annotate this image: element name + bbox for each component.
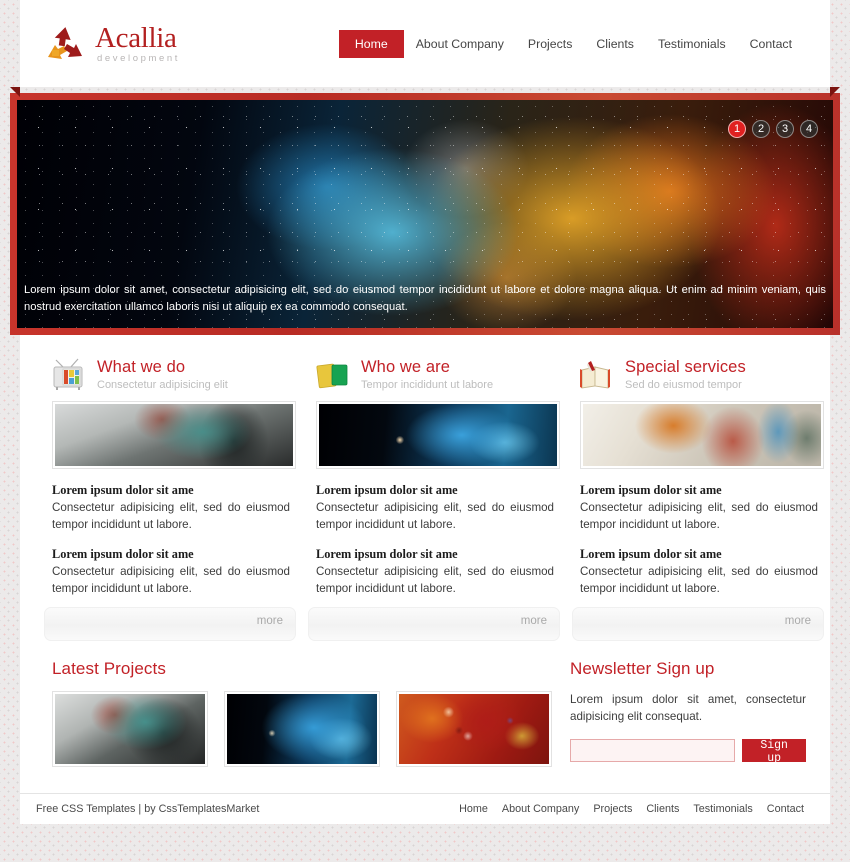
- main-navigation: Home About Company Projects Clients Test…: [338, 29, 804, 58]
- latest-projects-section: Latest Projects: [44, 659, 552, 767]
- banner-pager-3[interactable]: 3: [776, 120, 794, 138]
- banner-pager-2[interactable]: 2: [752, 120, 770, 138]
- footer-nav-about-company[interactable]: About Company: [502, 803, 579, 815]
- more-link[interactable]: more: [785, 615, 811, 627]
- item-text: Consectetur adipisicing elit, sed do eiu…: [316, 565, 554, 595]
- column-header: Special services Sed do eiusmod tempor: [572, 355, 824, 401]
- logo-text-block: Acallia development: [95, 21, 180, 64]
- item-title: Lorem ipsum dolor sit ame: [316, 483, 458, 497]
- column-subtitle: Consectetur adipisicing elit: [97, 378, 228, 391]
- main-content: What we do Consectetur adipisicing elit …: [20, 335, 830, 793]
- column-body: Lorem ipsum dolor sit ame Consectetur ad…: [308, 483, 560, 597]
- banner-caption: Lorem ipsum dolor sit amet, consectetur …: [24, 284, 826, 313]
- item-title: Lorem ipsum dolor sit ame: [316, 547, 458, 561]
- item-title: Lorem ipsum dolor sit ame: [52, 547, 194, 561]
- project-image-red-floral: [399, 694, 549, 764]
- site-header: Acallia development Home About Company P…: [20, 0, 830, 87]
- more-link[interactable]: more: [521, 615, 547, 627]
- footer-nav-contact[interactable]: Contact: [767, 803, 804, 815]
- project-thumbnail-row: [52, 691, 552, 767]
- project-thumbnail-3[interactable]: [396, 691, 552, 767]
- site-footer: Free CSS Templates | by CssTemplatesMark…: [20, 793, 830, 824]
- column-thumbnail[interactable]: [52, 401, 296, 469]
- thumbnail-image-blue-nebula: [319, 404, 557, 466]
- television-icon: [50, 358, 88, 392]
- newsletter-description: Lorem ipsum dolor sit amet, consectetur …: [570, 693, 806, 723]
- project-thumbnail-1[interactable]: [52, 691, 208, 767]
- footer-nav-testimonials[interactable]: Testimonials: [693, 803, 752, 815]
- banner-pagination: 1 2 3 4: [728, 120, 818, 138]
- site-logo[interactable]: Acallia development: [44, 21, 180, 64]
- cards-icon: [314, 358, 352, 392]
- feature-columns: What we do Consectetur adipisicing elit …: [44, 351, 824, 641]
- column-footer: more: [308, 607, 560, 641]
- page-container: Acallia development Home About Company P…: [10, 0, 840, 824]
- item-title: Lorem ipsum dolor sit ame: [580, 547, 722, 561]
- thumbnail-image-abstract-gray: [55, 404, 293, 466]
- column-title: What we do: [97, 357, 186, 376]
- item-text: Consectetur adipisicing elit, sed do eiu…: [316, 501, 554, 531]
- item-text: Consectetur adipisicing elit, sed do eiu…: [52, 565, 290, 595]
- nav-item-home[interactable]: Home: [338, 29, 404, 58]
- lower-section: Latest Projects Newsletter Sign up Lorem…: [44, 641, 806, 793]
- column-header: Who we are Tempor incididunt ut labore: [308, 355, 560, 401]
- column-subtitle: Tempor incididunt ut labore: [361, 378, 494, 391]
- nav-item-contact[interactable]: Contact: [738, 30, 804, 58]
- hero-banner: 1 2 3 4 Lorem ipsum dolor sit amet, cons…: [10, 87, 840, 335]
- logo-subtitle: development: [97, 52, 180, 64]
- banner-pager-4[interactable]: 4: [800, 120, 818, 138]
- footer-nav-projects[interactable]: Projects: [593, 803, 632, 815]
- footer-nav-home[interactable]: Home: [459, 803, 488, 815]
- project-image-blue-nebula: [227, 694, 377, 764]
- nav-item-testimonials[interactable]: Testimonials: [646, 30, 738, 58]
- column-footer: more: [572, 607, 824, 641]
- banner-frame: 1 2 3 4 Lorem ipsum dolor sit amet, cons…: [10, 93, 840, 335]
- thumbnail-image-abstract-orange: [583, 404, 821, 466]
- banner-pager-1[interactable]: 1: [728, 120, 746, 138]
- item-title: Lorem ipsum dolor sit ame: [52, 483, 194, 497]
- footer-nav-clients[interactable]: Clients: [646, 803, 679, 815]
- recycle-triangle-icon: [44, 24, 86, 64]
- open-book-icon: [578, 358, 616, 392]
- column-title-block: Special services Sed do eiusmod tempor: [625, 358, 746, 392]
- footer-navigation: Home About Company Projects Clients Test…: [459, 803, 804, 815]
- nav-item-about-company[interactable]: About Company: [404, 30, 516, 58]
- project-thumbnail-2[interactable]: [224, 691, 380, 767]
- footer-credit: Free CSS Templates | by CssTemplatesMark…: [36, 803, 260, 815]
- column-header: What we do Consectetur adipisicing elit: [44, 355, 296, 401]
- project-image-abstract-gray: [55, 694, 205, 764]
- column-title-block: What we do Consectetur adipisicing elit: [97, 358, 228, 392]
- column-body: Lorem ipsum dolor sit ame Consectetur ad…: [572, 483, 824, 597]
- feature-column-who-we-are: Who we are Tempor incididunt ut labore L…: [308, 355, 560, 641]
- column-footer: more: [44, 607, 296, 641]
- section-title-newsletter: Newsletter Sign up: [570, 659, 715, 678]
- column-subtitle: Sed do eiusmod tempor: [625, 378, 742, 391]
- column-title-block: Who we are Tempor incididunt ut labore: [361, 358, 493, 392]
- item-text: Consectetur adipisicing elit, sed do eiu…: [580, 565, 818, 595]
- column-thumbnail[interactable]: [316, 401, 560, 469]
- item-title: Lorem ipsum dolor sit ame: [580, 483, 722, 497]
- feature-column-special-services: Special services Sed do eiusmod tempor L…: [572, 355, 824, 641]
- newsletter-form: Sign up: [570, 739, 806, 765]
- nav-item-clients[interactable]: Clients: [584, 30, 646, 58]
- logo-title: Acallia: [95, 21, 177, 54]
- nav-item-projects[interactable]: Projects: [516, 30, 584, 58]
- column-thumbnail[interactable]: [580, 401, 824, 469]
- newsletter-email-input[interactable]: [570, 739, 736, 762]
- column-title: Who we are: [361, 357, 451, 376]
- item-text: Consectetur adipisicing elit, sed do eiu…: [580, 501, 818, 531]
- newsletter-section: Newsletter Sign up Lorem ipsum dolor sit…: [564, 659, 806, 767]
- item-text: Consectetur adipisicing elit, sed do eiu…: [52, 501, 290, 531]
- more-link[interactable]: more: [257, 615, 283, 627]
- feature-column-what-we-do: What we do Consectetur adipisicing elit …: [44, 355, 296, 641]
- column-body: Lorem ipsum dolor sit ame Consectetur ad…: [44, 483, 296, 597]
- section-title-projects: Latest Projects: [52, 659, 166, 678]
- column-title: Special services: [625, 357, 746, 376]
- newsletter-signup-button[interactable]: Sign up: [742, 739, 806, 765]
